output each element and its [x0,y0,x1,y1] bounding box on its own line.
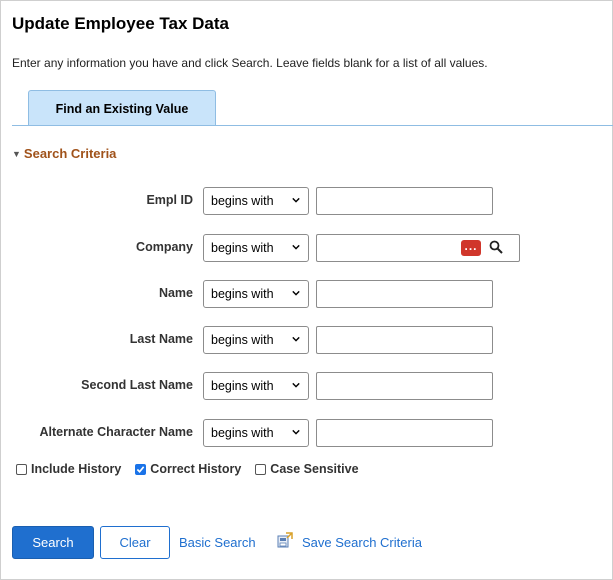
field-row-company: Company begins with ... [0,233,613,263]
triangle-down-icon: ▼ [12,148,21,159]
field-row-empl-id: Empl ID begins with [0,186,613,216]
field-row-last-name: Last Name begins with [0,325,613,355]
operator-value: begins with [211,426,274,440]
name-operator-select[interactable]: begins with [203,280,309,308]
ellipsis-lookup-icon[interactable]: ... [461,240,481,256]
field-label: Alternate Character Name [39,425,193,439]
chevron-down-icon [292,290,300,296]
chevron-down-icon [292,336,300,342]
alternate-character-name-operator-select[interactable]: begins with [203,419,309,447]
alternate-character-name-input[interactable] [316,419,493,447]
search-criteria-toggle[interactable]: ▼ Search Criteria [12,146,116,161]
field-row-alternate-character-name: Alternate Character Name begins with [0,418,613,448]
chevron-down-icon [292,197,300,203]
operator-value: begins with [211,287,274,301]
chevron-down-icon [292,382,300,388]
magnifier-icon[interactable] [489,240,503,254]
checkbox-label: Case Sensitive [270,462,359,476]
checkbox-unchecked-icon [255,463,267,475]
page-title: Update Employee Tax Data [12,14,229,33]
include-history-checkbox[interactable]: Include History [16,462,121,476]
last-name-operator-select[interactable]: begins with [203,326,309,354]
chevron-down-icon [292,429,300,435]
checkbox-label: Correct History [150,462,242,476]
tab-divider [12,125,613,126]
field-row-name: Name begins with [0,279,613,309]
field-label: Empl ID [146,193,193,207]
operator-value: begins with [211,194,274,208]
search-options: Include History Correct History Case Sen… [16,462,373,476]
empl-id-input[interactable] [316,187,493,215]
operator-value: begins with [211,379,274,393]
checkbox-unchecked-icon [16,463,27,475]
operator-value: begins with [211,241,274,255]
section-label: Search Criteria [23,146,117,161]
clear-button[interactable]: Clear [100,526,170,559]
save-criteria-icon[interactable] [277,532,293,548]
field-row-second-last-name: Second Last Name begins with [0,371,613,401]
checkbox-label: Include History [31,462,122,476]
search-button[interactable]: Search [12,526,94,559]
page-instructions: Enter any information you have and click… [12,56,488,70]
tab-label: Find an Existing Value [55,101,189,116]
save-search-criteria-link[interactable]: Save Search Criteria [302,535,422,550]
company-operator-select[interactable]: begins with [203,234,309,262]
field-label: Company [136,240,193,254]
name-input[interactable] [316,280,493,308]
second-last-name-operator-select[interactable]: begins with [203,372,309,400]
field-label: Last Name [129,332,193,346]
tab-find-existing-value[interactable]: Find an Existing Value [28,90,216,126]
correct-history-checkbox[interactable]: Correct History [135,462,241,476]
basic-search-link[interactable]: Basic Search [179,535,256,550]
field-label: Second Last Name [81,378,193,392]
checkbox-checked-icon [135,463,147,475]
case-sensitive-checkbox[interactable]: Case Sensitive [255,462,359,476]
operator-value: begins with [211,333,274,347]
field-label: Name [158,286,193,300]
chevron-down-icon [292,244,300,250]
empl-id-operator-select[interactable]: begins with [203,187,309,215]
last-name-input[interactable] [316,326,493,354]
second-last-name-input[interactable] [316,372,493,400]
